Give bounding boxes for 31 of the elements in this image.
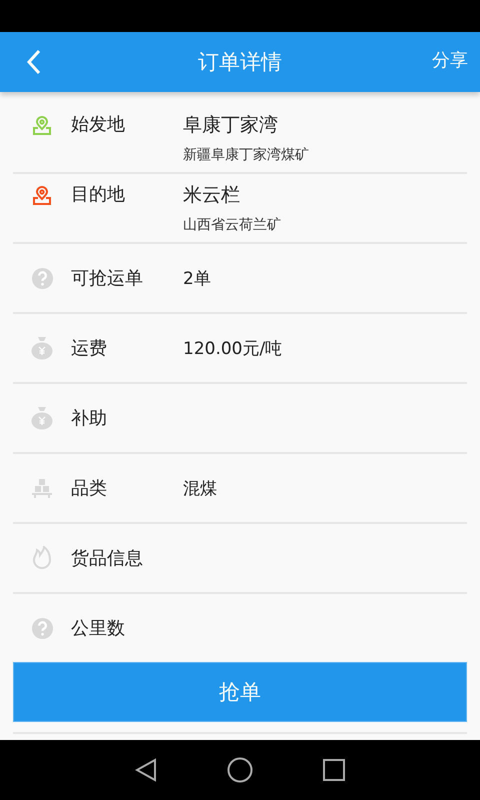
- place-name: 阜康丁家湾: [183, 113, 279, 138]
- field-value: 2单: [183, 268, 211, 290]
- field-label: 始发地: [71, 113, 126, 136]
- money-bag-icon: [31, 336, 53, 360]
- help-icon: [30, 616, 54, 640]
- place-name: 米云栏: [183, 183, 241, 208]
- field-label: 补助: [71, 407, 108, 430]
- flame-icon: [32, 546, 52, 570]
- place-address: 新疆阜康丁家湾煤矿: [183, 146, 309, 164]
- share-button[interactable]: 分享: [432, 48, 468, 72]
- recents-nav-icon: [323, 759, 345, 781]
- home-nav-icon: [227, 757, 253, 783]
- recents-nav-button[interactable]: [323, 759, 345, 781]
- grab-order-button[interactable]: 抢单: [13, 662, 467, 722]
- field-label: 目的地: [71, 183, 126, 206]
- back-nav-button[interactable]: [135, 758, 157, 782]
- back-nav-icon: [135, 758, 157, 782]
- help-icon: [30, 266, 54, 290]
- money-bag-icon: [31, 406, 53, 430]
- field-label: 品类: [71, 477, 108, 500]
- field-label: 可抢运单: [71, 267, 144, 290]
- home-nav-button[interactable]: [227, 757, 253, 783]
- page-title: 订单详情: [198, 49, 282, 76]
- field-value: 120.00元/吨: [183, 338, 282, 360]
- field-value: 混煤: [183, 478, 217, 500]
- boxes-icon: [31, 478, 53, 498]
- field-label: 货品信息: [71, 547, 144, 570]
- field-label: 公里数: [71, 617, 126, 640]
- place-address: 山西省云荷兰矿: [183, 216, 281, 234]
- back-icon: [26, 49, 42, 75]
- field-label: 运费: [71, 337, 108, 360]
